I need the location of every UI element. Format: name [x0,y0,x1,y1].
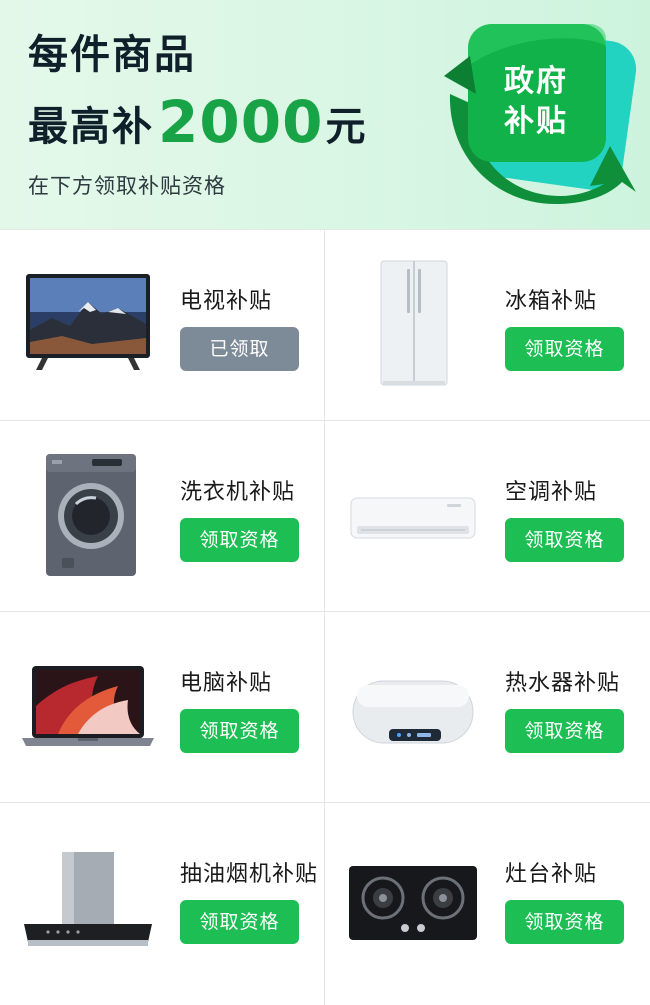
subsidy-card-laptop: 电脑补贴 领取资格 [0,611,325,802]
item-label: 洗衣机补贴 [180,480,296,505]
claim-button[interactable]: 领取资格 [180,518,299,562]
item-label: 电视补贴 [180,289,273,314]
item-label: 冰箱补贴 [505,289,598,314]
claim-button[interactable]: 领取资格 [180,900,299,944]
subsidy-card-tv: 电视补贴 已领取 [0,229,325,420]
banner-headline-prefix: 最高补 [28,104,154,150]
claim-button[interactable]: 领取资格 [505,900,624,944]
banner-amount: 2000 [158,88,324,156]
range-hood-image [18,832,158,962]
item-label: 热水器补贴 [505,671,621,696]
badge-text-line2: 补贴 [504,104,568,139]
claim-button[interactable]: 领取资格 [505,327,624,371]
claim-button[interactable]: 领取资格 [505,518,624,562]
subsidy-card-water-heater: 热水器补贴 领取资格 [325,611,650,802]
refrigerator-image [343,259,483,389]
gas-stove-image [343,832,483,962]
laptop-image [18,641,158,771]
badge-text: 政府 补贴 [470,62,602,142]
subsidy-card-washing-machine: 洗衣机补贴 领取资格 [0,420,325,611]
claimed-button[interactable]: 已领取 [180,327,299,371]
subsidy-card-air-conditioner: 空调补贴 领取资格 [325,420,650,611]
banner-subtitle: 在下方领取补贴资格 [28,174,226,198]
water-heater-image [343,641,483,771]
item-label: 灶台补贴 [505,862,598,887]
subsidy-card-refrigerator: 冰箱补贴 领取资格 [325,229,650,420]
banner-headline: 最高补 2000 元 [28,92,365,152]
subsidy-card-gas-stove: 灶台补贴 领取资格 [325,802,650,993]
banner-title: 每件商品 [28,32,196,78]
item-label: 抽油烟机补贴 [180,862,319,887]
claim-button[interactable]: 领取资格 [505,709,624,753]
subsidy-grid: 电视补贴 已领取 冰箱补贴 领取资格 洗衣机补贴 领取资格 空调补贴 领取资格 … [0,229,650,1005]
air-conditioner-image [343,450,483,580]
item-label: 电脑补贴 [180,671,273,696]
banner-unit: 元 [325,104,366,150]
washing-machine-image [18,450,158,580]
badge-text-line1: 政府 [504,64,568,99]
tv-image [18,259,158,389]
subsidy-card-range-hood: 抽油烟机补贴 领取资格 [0,802,325,993]
claim-button[interactable]: 领取资格 [180,709,299,753]
item-label: 空调补贴 [505,480,598,505]
subsidy-banner: 每件商品 最高补 2000 元 在下方领取补贴资格 政府 补贴 [0,0,650,229]
